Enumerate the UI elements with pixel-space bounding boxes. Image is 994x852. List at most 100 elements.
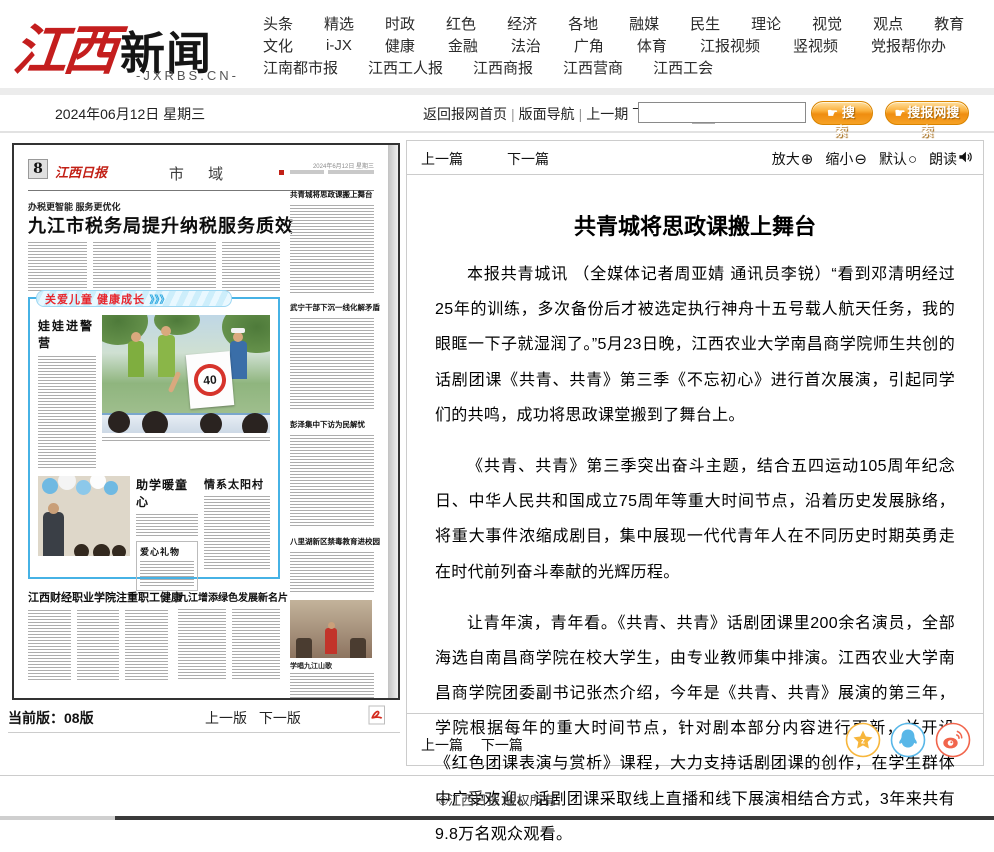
nav-link[interactable]: 体育 xyxy=(637,35,667,56)
logo-brand-red: 江西 xyxy=(10,6,118,85)
fake-text-lines xyxy=(290,435,374,527)
share-qq-icon[interactable] xyxy=(890,722,926,758)
read-aloud-button[interactable]: 朗读 xyxy=(929,149,973,169)
prev-article-link-top[interactable]: 上一篇 xyxy=(421,149,463,169)
next-article-link-top[interactable]: 下一篇 xyxy=(507,149,549,169)
back-to-home-link[interactable]: 返回报网首页 xyxy=(423,106,507,122)
page-pager-bar: 当前版：08版 上一版 下一版 xyxy=(8,703,400,733)
headline-main[interactable]: 九江市税务局提升纳税服务质效 xyxy=(28,212,284,238)
zoom-out-button[interactable]: 缩小⊖ xyxy=(825,149,867,169)
nav-link[interactable]: 江报视频 xyxy=(700,35,760,56)
newspaper-masthead: 江西日报 xyxy=(55,162,107,181)
nav-link[interactable]: 理论 xyxy=(751,13,781,34)
nav-link[interactable]: 民生 xyxy=(690,13,720,34)
nav-link[interactable]: 经济 xyxy=(507,13,537,34)
editor-line-placeholder xyxy=(328,170,374,174)
nav-link[interactable]: 江南都市报 xyxy=(263,57,338,78)
nav-link[interactable]: 法治 xyxy=(511,35,541,56)
nav-link[interactable]: 融媒 xyxy=(629,13,659,34)
next-article-link-bottom[interactable]: 下一篇 xyxy=(481,737,523,753)
officer-figure xyxy=(128,341,144,377)
feature-banner: 关爱儿童 健康成长 》》》 xyxy=(36,290,232,307)
prev-article-link-bottom[interactable]: 上一篇 xyxy=(421,737,463,753)
nav-link[interactable]: 江西商报 xyxy=(473,57,533,78)
main-nav: 头条 精选 时政 红色 经济 各地 融媒 民生 理论 视觉 观点 教育 文化 i-JX 健康 金融 法治 广角 体… xyxy=(263,12,964,78)
speed-limit-value: 40 xyxy=(193,363,228,398)
page-root: 江西新闻 -JXRBS.CN- 头条 精选 时政 红色 经济 各地 融媒 民生 理论 视觉 观点 教育… xyxy=(0,0,994,820)
nav-link[interactable]: 江西营商 xyxy=(563,57,623,78)
newspaper-page: 8 江西日报 市 域 2024年6月12日 星期三 办税更智能 服务更优化 九江… xyxy=(14,145,388,698)
newspaper-right-column: 共青城将思政课搬上舞台 武宁干部下沉一线化解矛盾 彭泽集中下访为民解忧 八里湖新… xyxy=(290,189,374,699)
nav-link[interactable]: i-JX xyxy=(326,37,352,54)
fake-text-lines xyxy=(140,561,194,587)
site-search-button[interactable]: ☛搜报网搜索 xyxy=(885,101,969,125)
nav-link[interactable]: 精选 xyxy=(324,13,354,34)
zoom-in-button[interactable]: 放大⊕ xyxy=(772,149,814,169)
nav-link[interactable]: 教育 xyxy=(934,13,964,34)
headline-police-camp[interactable]: 娃娃进警营 xyxy=(38,317,96,351)
headline-jiujiang-green[interactable]: 九江增添绿色发展新名片 xyxy=(178,589,280,604)
nav-link[interactable]: 广角 xyxy=(574,35,604,56)
headline-balihu[interactable]: 八里湖新区禁毒教育进校园 xyxy=(290,536,374,547)
headline-help-children[interactable]: 助学暖童心 xyxy=(136,476,198,510)
headline-pengze[interactable]: 彭泽集中下访为民解忧 xyxy=(290,419,374,430)
nav-link[interactable]: 头条 xyxy=(263,13,293,34)
nav-link[interactable]: 金融 xyxy=(448,35,478,56)
share-qzone-icon[interactable]: z xyxy=(845,722,881,758)
editor-line-placeholder xyxy=(290,170,324,174)
photo-folk-song xyxy=(290,600,372,658)
nav-link[interactable]: 文化 xyxy=(263,35,293,56)
feature-box-children: 关爱儿童 健康成长 》》》 娃娃进警营 xyxy=(28,297,280,579)
headline-wuning[interactable]: 武宁干部下沉一线化解矛盾 xyxy=(290,302,374,313)
article-paragraph: 本报共青城讯 （全媒体记者周亚婧 通讯员李锐）“看到邓清明经过25年的训练，多次… xyxy=(435,257,955,433)
adult-figure xyxy=(43,512,64,556)
site-footer: ©江西日报 版权所有 xyxy=(0,775,994,820)
fake-text-lines xyxy=(290,205,374,293)
search-input[interactable] xyxy=(638,102,806,123)
nav-link[interactable]: 视觉 xyxy=(812,13,842,34)
logo-domain: -JXRBS.CN- xyxy=(136,68,239,83)
article-paragraph: 《共青、共青》第三季突出奋斗主题，结合五四运动105周年纪念日、中华人民共和国成… xyxy=(435,449,955,590)
love-gift-box[interactable]: 爱心礼物 xyxy=(136,541,198,591)
nav-link[interactable]: 时政 xyxy=(385,13,415,34)
nav-link[interactable]: 竖视频 xyxy=(793,35,838,56)
article-panel: 上一篇 下一篇 放大⊕ 缩小⊖ 默认○ 朗读 共青城将思政课搬上舞台 本报共青城… xyxy=(406,140,984,766)
next-page-link[interactable]: 下一版 xyxy=(259,710,301,726)
current-page-label: 当前版：08版 xyxy=(8,708,94,728)
headline-sun-village[interactable]: 情系太阳村 xyxy=(204,476,270,492)
nav-link[interactable]: 健康 xyxy=(385,35,415,56)
headline-finance-college[interactable]: 江西财经职业学院注重职工健康 xyxy=(28,589,168,605)
nav-link[interactable]: 红色 xyxy=(446,13,476,34)
newspaper-page-thumbnail[interactable]: 8 江西日报 市 域 2024年6月12日 星期三 办税更智能 服务更优化 九江… xyxy=(12,143,400,700)
page-edge-shadow xyxy=(388,145,398,698)
default-size-button[interactable]: 默认○ xyxy=(879,149,917,169)
nav-row-3: 江南都市报 江西工人报 江西商报 江西营商 江西工会 xyxy=(263,56,964,78)
article-bottom-bar: 上一篇 下一篇 z xyxy=(407,713,983,765)
nav-link[interactable]: 党报帮你办 xyxy=(871,35,946,56)
nav-link[interactable]: 江西工会 xyxy=(653,57,713,78)
headline-folk-song[interactable]: 学唱九江山歌 xyxy=(290,661,374,671)
share-weibo-icon[interactable] xyxy=(935,722,971,758)
newspaper-section-title: 市 域 xyxy=(169,163,233,184)
speaker-icon xyxy=(958,150,973,168)
toolbar: 2024年06月12日 星期三 返回报网首页|版面导航|上一期 下一期|往期阅读… xyxy=(0,88,994,133)
site-logo[interactable]: 江西新闻 -JXRBS.CN- xyxy=(14,6,212,85)
fake-text-lines xyxy=(290,673,374,699)
article-title: 共青城将思政课搬上舞台 xyxy=(427,209,963,241)
officer-figure xyxy=(158,335,175,377)
prev-page-link[interactable]: 上一版 xyxy=(205,710,247,726)
fake-text-lines xyxy=(38,356,96,468)
page-nav-link[interactable]: 版面导航 xyxy=(519,106,575,122)
prev-issue-link[interactable]: 上一期 xyxy=(586,106,628,122)
newspaper-header: 8 江西日报 市 域 2024年6月12日 星期三 xyxy=(28,157,374,191)
nav-link[interactable]: 观点 xyxy=(873,13,903,34)
policewoman-figure xyxy=(230,341,247,379)
nav-link[interactable]: 江西工人报 xyxy=(368,57,443,78)
nav-row-1: 头条 精选 时政 红色 经济 各地 融媒 民生 理论 视觉 观点 教育 xyxy=(263,12,964,34)
svg-text:z: z xyxy=(861,737,865,746)
headline-gongqingcheng[interactable]: 共青城将思政课搬上舞台 xyxy=(290,189,374,200)
headline-love-gift: 爱心礼物 xyxy=(140,545,194,558)
pdf-icon[interactable] xyxy=(368,705,386,728)
nav-link[interactable]: 各地 xyxy=(568,13,598,34)
search-button[interactable]: ☛搜 索 xyxy=(811,101,873,125)
